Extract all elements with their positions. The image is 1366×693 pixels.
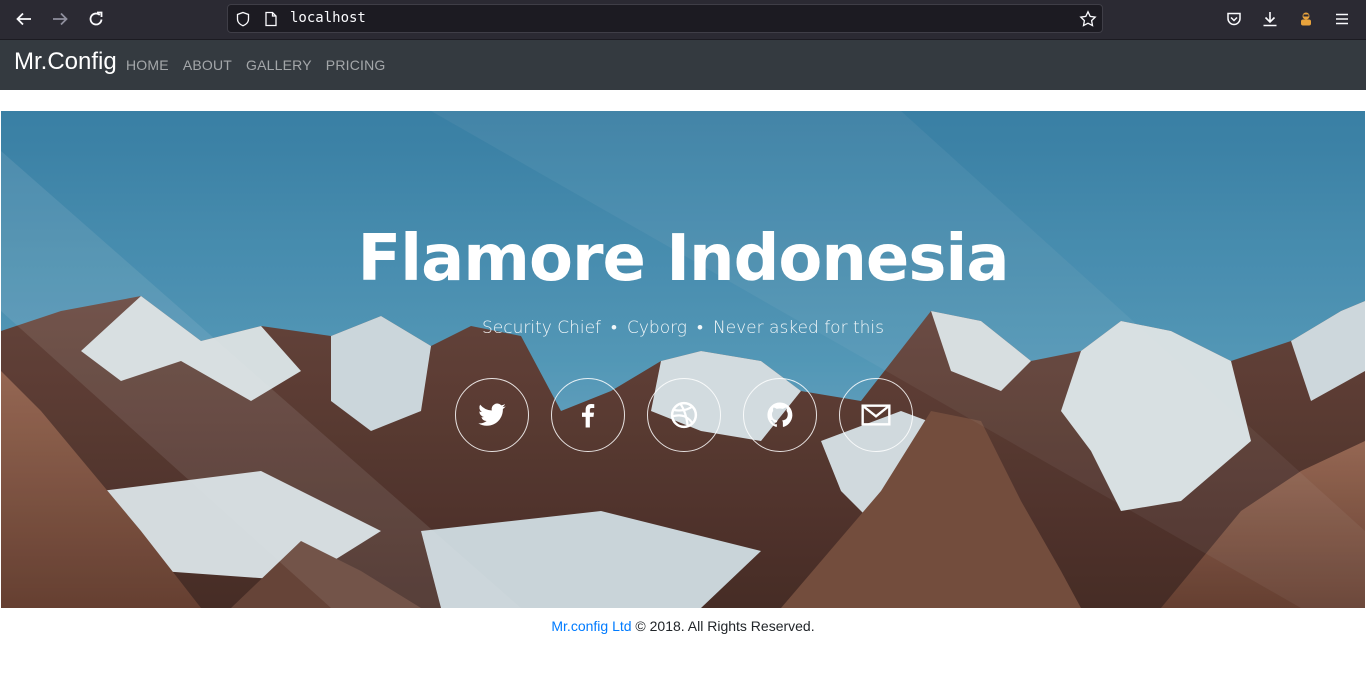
download-icon[interactable] (1259, 8, 1281, 30)
facebook-link[interactable] (551, 378, 625, 452)
github-icon (767, 402, 793, 427)
twitter-icon (478, 403, 506, 426)
extension-icon[interactable] (1295, 8, 1317, 30)
dribbble-icon (670, 401, 698, 429)
subtitle-item: Never asked for this (712, 318, 884, 338)
page-icon (264, 11, 278, 32)
github-link[interactable] (743, 378, 817, 452)
social-links (455, 378, 935, 452)
bookmark-star-icon[interactable] (1079, 10, 1097, 33)
nav-home[interactable]: HOME (126, 57, 169, 73)
hero-title: Flamore Indonesia (357, 222, 1009, 296)
browser-toolbar: localhost (0, 0, 1366, 40)
forward-icon[interactable] (49, 8, 71, 30)
shield-icon[interactable] (235, 11, 251, 32)
copyright-text: © 2018. All Rights Reserved. (635, 618, 815, 634)
pocket-icon[interactable] (1223, 8, 1245, 30)
url-bar[interactable]: localhost (227, 4, 1103, 33)
mountain-background-image (1, 111, 1365, 608)
hero-subtitle: Security Chief • Cyborg • Never asked for th… (0, 318, 1366, 338)
footer: Mr.config Ltd © 2018. All Rights Reserve… (0, 618, 1366, 634)
brand-logo[interactable]: Mr.Config (14, 48, 117, 76)
nav-pricing[interactable]: PRICING (326, 57, 386, 73)
subtitle-separator: • (696, 318, 703, 338)
reload-icon[interactable] (85, 8, 107, 30)
nav-gallery[interactable]: GALLERY (246, 57, 312, 73)
envelope-icon (861, 404, 891, 426)
menu-icon[interactable] (1331, 8, 1353, 30)
facebook-icon (582, 404, 595, 428)
url-text[interactable]: localhost (290, 10, 366, 26)
hero-section (1, 111, 1365, 608)
site-navbar: Mr.Config HOME ABOUT GALLERY PRICING (0, 40, 1366, 90)
subtitle-separator: • (611, 318, 617, 338)
subtitle-item: Cyborg (626, 318, 687, 338)
twitter-link[interactable] (455, 378, 529, 452)
dribbble-link[interactable] (647, 378, 721, 452)
subtitle-item: Security Chief (481, 318, 602, 338)
back-icon[interactable] (13, 8, 35, 30)
nav-links: HOME ABOUT GALLERY PRICING (126, 57, 400, 73)
company-link[interactable]: Mr.config Ltd (551, 618, 631, 634)
nav-about[interactable]: ABOUT (183, 57, 232, 73)
email-link[interactable] (839, 378, 913, 452)
